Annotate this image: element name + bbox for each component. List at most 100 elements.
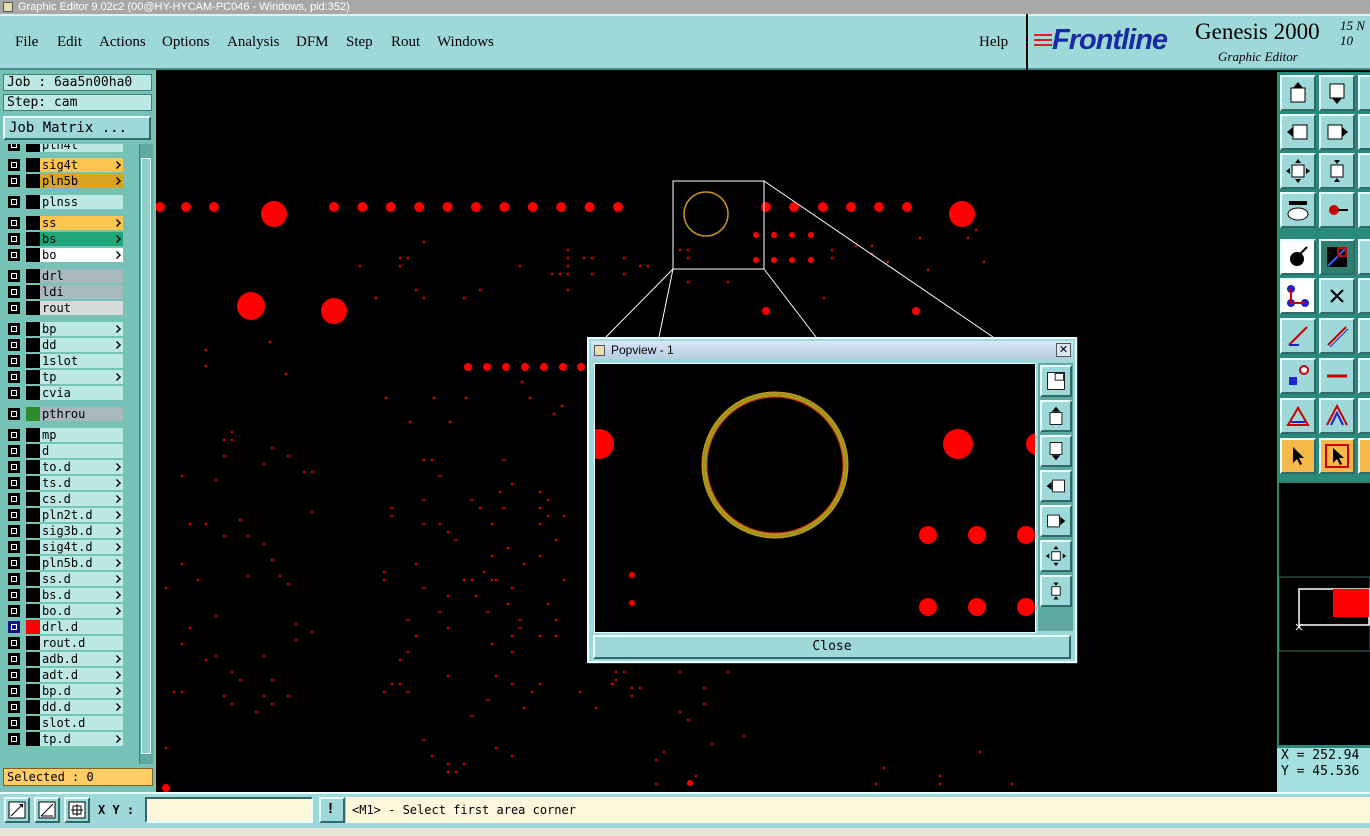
layer-color-swatch[interactable] (26, 460, 40, 474)
layer-color-swatch[interactable] (26, 636, 40, 650)
measure-icon[interactable] (1358, 192, 1370, 228)
layer-checkbox[interactable] (8, 573, 20, 585)
layer-row[interactable]: drl (4, 269, 138, 283)
layer-color-swatch[interactable] (26, 428, 40, 442)
layer-name[interactable]: bs (40, 232, 123, 246)
layer-checkbox[interactable] (8, 159, 20, 171)
layer-name[interactable]: tp.d (40, 732, 123, 746)
layer-color-swatch[interactable] (26, 248, 40, 262)
layer-row[interactable]: ts.d (4, 476, 138, 490)
layer-checkbox[interactable] (8, 286, 20, 298)
pan-extra-icon[interactable] (1358, 114, 1370, 150)
layer-color-swatch[interactable] (26, 216, 40, 230)
overview-map[interactable] (1278, 482, 1370, 745)
scrollbar-thumb[interactable] (141, 158, 151, 754)
layer-row[interactable]: bs (4, 232, 138, 246)
layer-name[interactable]: adb.d (40, 652, 123, 666)
layer-row[interactable]: cvia (4, 386, 138, 400)
layer-checkbox[interactable] (8, 637, 20, 649)
polygon-icon[interactable] (1280, 398, 1316, 434)
popview-pan-down-icon[interactable] (1040, 435, 1072, 467)
popview-close-icon[interactable]: ✕ (1056, 343, 1071, 357)
layer-checkbox[interactable] (8, 408, 20, 420)
layer-row[interactable]: plnss (4, 195, 138, 209)
popview-zoom-in-icon[interactable] (1040, 540, 1072, 572)
layer-color-swatch[interactable] (26, 232, 40, 246)
layer-color-swatch[interactable] (26, 732, 40, 746)
layer-color-swatch[interactable] (26, 386, 40, 400)
layer-color-swatch[interactable] (26, 269, 40, 283)
layer-checkbox[interactable] (8, 733, 20, 745)
menu-options[interactable]: Options (162, 34, 210, 51)
layer-list-scrollbar[interactable] (139, 144, 153, 764)
layer-checkbox[interactable] (8, 541, 20, 553)
layer-name[interactable]: bo (40, 248, 123, 262)
layer-color-swatch[interactable] (26, 444, 40, 458)
cross-icon[interactable] (1319, 278, 1355, 314)
menu-actions[interactable]: Actions (99, 34, 146, 51)
layer-row[interactable]: ss.d (4, 572, 138, 586)
layer-row[interactable]: dd.d (4, 700, 138, 714)
layer-checkbox[interactable] (8, 493, 20, 505)
xy-input-field[interactable] (145, 797, 313, 823)
menu-file[interactable]: File (15, 34, 38, 51)
layer-color-swatch[interactable] (26, 144, 40, 152)
layer-checkbox[interactable] (8, 445, 20, 457)
layer-color-swatch[interactable] (26, 684, 40, 698)
pan-up-icon[interactable] (1358, 75, 1370, 111)
layer-row[interactable]: pln2t.d (4, 508, 138, 522)
layer-name[interactable]: pln5b (40, 174, 123, 188)
popview-pan-left-icon[interactable] (1040, 470, 1072, 502)
layer-row[interactable]: bp.d (4, 684, 138, 698)
layer-row[interactable]: pln5b (4, 174, 138, 188)
layer-name[interactable]: ldi (40, 285, 123, 299)
layer-checkbox[interactable] (8, 144, 20, 151)
draw-line-icon[interactable] (1280, 318, 1316, 354)
layer-color-swatch[interactable] (26, 652, 40, 666)
layer-color-swatch[interactable] (26, 540, 40, 554)
layer-name[interactable]: pln4t (40, 144, 123, 152)
layer-checkbox[interactable] (8, 589, 20, 601)
layer-color-swatch[interactable] (26, 716, 40, 730)
layer-name[interactable]: plnss (40, 195, 123, 209)
menu-edit[interactable]: Edit (57, 34, 82, 51)
layer-name[interactable]: drl.d (40, 620, 123, 634)
layer-name[interactable]: cs.d (40, 492, 123, 506)
layer-row[interactable]: d (4, 444, 138, 458)
popview-close-button[interactable]: Close (593, 635, 1071, 659)
xy-input[interactable] (147, 799, 311, 821)
popview-title-bar[interactable]: Popview - 1 ✕ (591, 341, 1073, 359)
layer-checkbox[interactable] (8, 355, 20, 367)
node-icon[interactable] (1358, 278, 1370, 314)
layer-checkbox[interactable] (8, 233, 20, 245)
menu-step[interactable]: Step (346, 34, 373, 51)
layer-checkbox[interactable] (8, 270, 20, 282)
popview-pan-right-icon[interactable] (1040, 505, 1072, 537)
layer-checkbox[interactable] (8, 339, 20, 351)
layer-color-swatch[interactable] (26, 492, 40, 506)
connect-icon[interactable] (1280, 278, 1316, 314)
surface-icon[interactable] (1319, 398, 1355, 434)
layer-checkbox[interactable] (8, 653, 20, 665)
layer-color-swatch[interactable] (26, 700, 40, 714)
layer-color-swatch[interactable] (26, 604, 40, 618)
layer-checkbox[interactable] (8, 701, 20, 713)
layer-checkbox[interactable] (8, 477, 20, 489)
layer-name[interactable]: bs.d (40, 588, 123, 602)
layer-color-swatch[interactable] (26, 620, 40, 634)
layer-row[interactable]: bo (4, 248, 138, 262)
layer-color-swatch[interactable] (26, 524, 40, 538)
layer-color-swatch[interactable] (26, 476, 40, 490)
layer-row[interactable]: sig3b.d (4, 524, 138, 538)
line-color-icon[interactable] (1319, 239, 1355, 275)
layer-checkbox[interactable] (8, 387, 20, 399)
zoom-out-icon[interactable] (1319, 153, 1355, 189)
zoom-in-icon[interactable] (1280, 153, 1316, 189)
layer-row[interactable]: pln4t (4, 144, 138, 152)
layer-name[interactable]: bo.d (40, 604, 123, 618)
layer-row[interactable]: adb.d (4, 652, 138, 666)
layer-name[interactable]: pthrou (40, 407, 123, 421)
layer-row[interactable]: cs.d (4, 492, 138, 506)
pan-right-icon[interactable] (1319, 114, 1355, 150)
alert-button[interactable]: ! (319, 797, 345, 823)
